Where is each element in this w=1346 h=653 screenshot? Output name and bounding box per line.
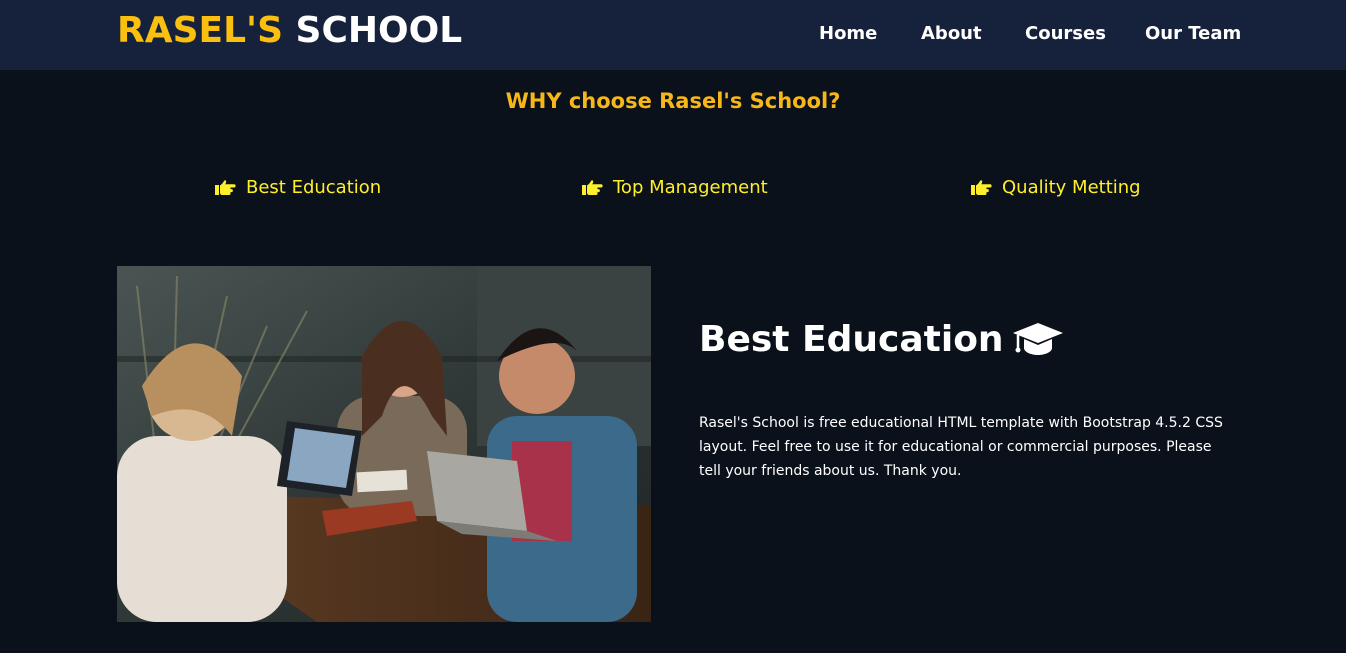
brand-logo[interactable]: RASEL'S SCHOOL bbox=[117, 9, 462, 53]
feature-item-top-management: Top Management bbox=[581, 174, 768, 202]
nav-link-about[interactable]: About bbox=[921, 22, 982, 46]
feature-label: Quality Metting bbox=[1002, 177, 1141, 198]
graduation-cap-icon bbox=[1012, 323, 1063, 355]
nav-link-home[interactable]: Home bbox=[819, 22, 877, 46]
feature-item-quality-metting: Quality Metting bbox=[970, 174, 1141, 202]
feature-label: Best Education bbox=[246, 177, 382, 198]
hand-pointing-right-icon bbox=[971, 180, 992, 195]
content-paragraph: Rasel's School is free educational HTML … bbox=[699, 415, 1223, 479]
feature-label: Top Management bbox=[613, 177, 768, 198]
nav-link-courses[interactable]: Courses bbox=[1025, 22, 1106, 46]
navbar: RASEL'S SCHOOL Home About Courses Our Te… bbox=[0, 0, 1346, 70]
hand-pointing-right-icon bbox=[215, 180, 236, 195]
nav-link-our-team[interactable]: Our Team bbox=[1145, 22, 1241, 46]
brand-name-part1: RASEL'S bbox=[117, 10, 283, 51]
why-choose-title: WHY choose Rasel's School? bbox=[505, 89, 841, 113]
content-heading-text: Best Education bbox=[699, 319, 1004, 360]
hand-pointing-right-icon bbox=[582, 180, 603, 195]
brand-name-part2: SCHOOL bbox=[295, 10, 463, 51]
feature-item-best-education: Best Education bbox=[214, 174, 381, 202]
content-heading: Best Education bbox=[699, 316, 1064, 364]
students-photo bbox=[117, 266, 651, 622]
